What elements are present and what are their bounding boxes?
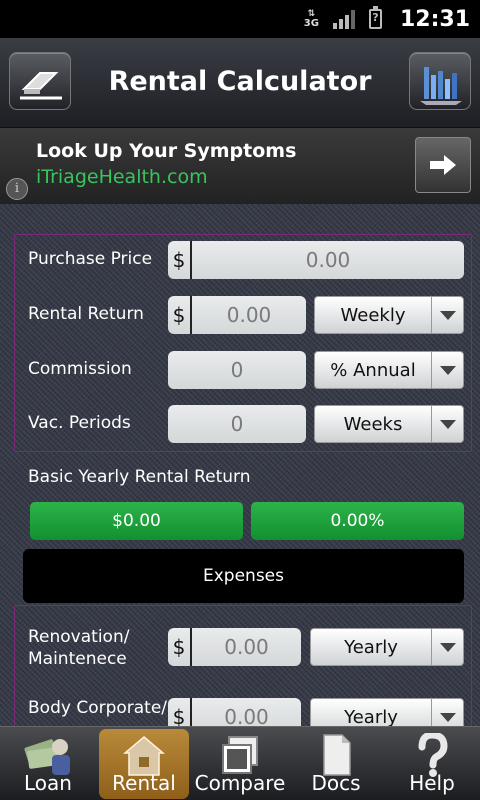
- signal-icon: [332, 9, 355, 29]
- chart-button[interactable]: [409, 52, 471, 110]
- chevron-down-icon: [431, 297, 463, 333]
- clock: 12:31: [399, 6, 470, 32]
- chevron-down-icon: [431, 352, 463, 388]
- purchase-price-label: Purchase Price: [28, 249, 153, 269]
- bar-chart-icon: [420, 67, 462, 105]
- status-bar: ⇅ 3G ? 12:31: [0, 0, 480, 38]
- page-title: Rental Calculator: [108, 66, 372, 97]
- vac-periods-input[interactable]: 0: [168, 405, 306, 443]
- tab-help[interactable]: Help: [384, 727, 480, 800]
- ad-title: Look Up Your Symptoms: [36, 140, 297, 162]
- body-corporate-period-select[interactable]: Yearly: [310, 698, 464, 726]
- renovation-period-select[interactable]: Yearly: [310, 628, 464, 666]
- battery-icon: ?: [368, 6, 382, 29]
- yearly-return-label: Basic Yearly Rental Return: [28, 467, 251, 487]
- ad-arrow-button[interactable]: [415, 137, 471, 193]
- vac-periods-unit-select[interactable]: Weeks: [314, 405, 464, 443]
- info-icon[interactable]: i: [6, 178, 28, 200]
- calculator-content: Purchase Price $ 0.00 Rental Return $ 0.…: [0, 204, 480, 726]
- purchase-price-input[interactable]: $ 0.00: [168, 241, 464, 279]
- ad-banner[interactable]: Look Up Your Symptoms iTriageHealth.com: [0, 128, 480, 204]
- body-corporate-input[interactable]: $ 0.00: [168, 698, 301, 726]
- commission-period-select[interactable]: % Annual: [314, 351, 464, 389]
- commission-input[interactable]: 0: [168, 351, 306, 389]
- arrow-right-icon: [430, 155, 456, 175]
- eraser-icon: [20, 72, 62, 100]
- renovation-input[interactable]: $ 0.00: [168, 628, 301, 666]
- rental-return-input[interactable]: $ 0.00: [168, 296, 306, 334]
- tab-docs[interactable]: Docs: [288, 727, 384, 800]
- yearly-return-amount: $0.00: [30, 502, 243, 540]
- bottom-tab-bar: Loan Rental Compare Docs Help: [0, 726, 480, 800]
- chevron-down-icon: [431, 629, 463, 665]
- renovation-label: Renovation/ Maintenece: [28, 627, 130, 669]
- commission-label: Commission: [28, 359, 132, 379]
- rental-return-label: Rental Return: [28, 304, 144, 324]
- tab-rental[interactable]: Rental: [96, 727, 192, 800]
- vac-periods-label: Vac. Periods: [28, 413, 131, 433]
- tab-compare[interactable]: Compare: [192, 727, 288, 800]
- chevron-down-icon: [431, 406, 463, 442]
- network-3g-icon: ⇅ 3G: [303, 9, 319, 29]
- chevron-down-icon: [431, 699, 463, 726]
- title-bar: Rental Calculator: [0, 38, 480, 128]
- body-corporate-label: Body Corporate/: [28, 698, 168, 718]
- clear-button[interactable]: [9, 52, 71, 110]
- expenses-button[interactable]: Expenses: [23, 549, 464, 603]
- yearly-return-percent: 0.00%: [251, 502, 464, 540]
- tab-loan[interactable]: Loan: [0, 727, 96, 800]
- ad-link[interactable]: iTriageHealth.com: [36, 166, 208, 188]
- rental-return-period-select[interactable]: Weekly: [314, 296, 464, 334]
